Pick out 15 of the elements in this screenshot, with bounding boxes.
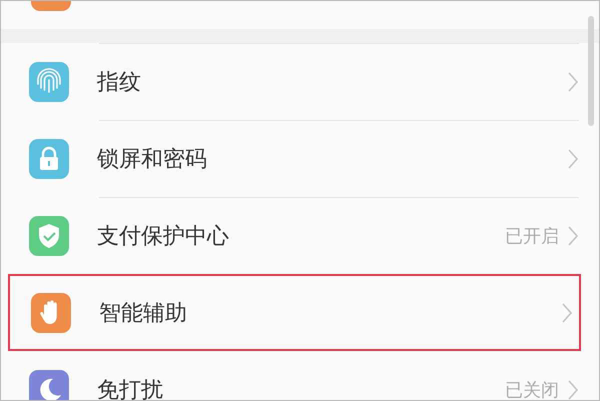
settings-item[interactable]: 免打扰 <box>97 374 505 400</box>
hand-icon <box>31 292 71 332</box>
lock-icon <box>29 138 69 178</box>
status-text: 已开启 <box>505 224 559 248</box>
settings-item[interactable]: 智能辅助 <box>99 298 561 328</box>
chevron-icon <box>567 70 579 92</box>
fingerprint-icon <box>29 62 69 102</box>
chevron-icon <box>567 148 579 170</box>
settings-item[interactable]: 指纹 <box>97 66 567 96</box>
chevron-icon <box>561 302 573 324</box>
shield-check-icon <box>29 216 69 256</box>
settings-item[interactable]: 锁屏和密码 <box>97 144 567 174</box>
chevron-icon <box>567 224 579 246</box>
status-text: 已关闭 <box>505 378 559 400</box>
settings-item[interactable]: 支付保护中心 <box>97 220 505 250</box>
